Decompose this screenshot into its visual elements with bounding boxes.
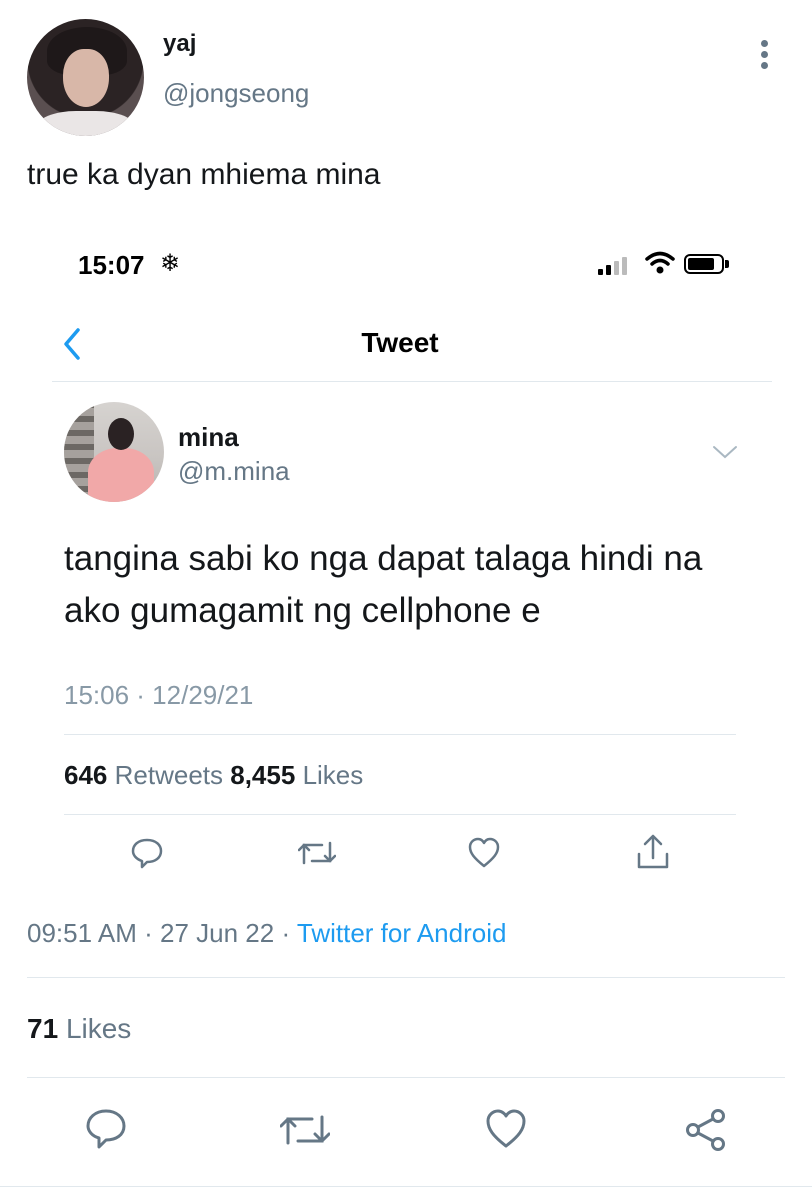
author-handle[interactable]: @jongseong [163,78,309,109]
meta-separator: · [281,918,291,948]
avatar-shirt [37,111,135,136]
divider [64,734,736,735]
outer-likes-count[interactable]: 71 [27,1013,58,1044]
likes-count[interactable]: 8,455 [230,760,295,790]
tweet-time: 09:51 AM [27,918,137,948]
tweet-meta: 09:51 AM · 27 Jun 22 · Twitter for Andro… [27,918,506,949]
inner-tweet-timestamp: 15:06 · 12/29/21 [64,680,254,710]
wifi-icon [645,251,675,274]
tweet-date: 27 Jun 22 [160,918,275,948]
retweets-label[interactable]: Retweets [115,760,223,790]
share-icon[interactable] [684,1108,728,1152]
divider [27,977,785,978]
snowflake-icon: ❄ [160,250,181,277]
meta-separator: · [144,918,153,948]
inner-tweet-text: tangina sabi ko nga dapat talaga hindi n… [64,539,703,630]
upload-icon[interactable] [636,834,670,870]
tweet-text: true ka dyan mhiema mina [27,158,381,191]
inner-avatar[interactable] [64,402,164,502]
page-title: Tweet [361,327,439,358]
like-icon[interactable] [467,837,501,869]
chevron-down-icon[interactable] [712,444,738,460]
author-name[interactable]: yaj [163,30,196,58]
divider [64,814,736,815]
signal-icon [598,255,634,275]
likes-label[interactable]: Likes [303,760,364,790]
more-options-icon[interactable] [752,40,776,74]
divider [52,381,772,382]
outer-likes-label[interactable]: Likes [66,1013,131,1044]
inner-author-name[interactable]: mina [178,422,239,453]
reply-icon[interactable] [130,836,164,870]
reply-icon[interactable] [84,1107,128,1151]
tweet-source-link[interactable]: Twitter for Android [297,918,507,948]
inner-author-handle[interactable]: @m.mina [178,456,290,487]
avatar[interactable] [27,19,144,136]
battery-icon [684,254,730,274]
retweet-icon[interactable] [280,1111,330,1149]
inner-tweet-stats: 646 Retweets 8,455 Likes [64,760,363,791]
like-icon[interactable] [484,1108,528,1150]
avatar-head [108,418,134,450]
status-bar-time: 15:07 [78,250,145,280]
divider [27,1077,785,1078]
retweet-icon[interactable] [298,838,336,868]
outer-likes[interactable]: 71 Likes [27,1013,131,1045]
divider [0,1186,812,1187]
avatar-face [63,49,109,107]
retweets-count[interactable]: 646 [64,760,107,790]
avatar-dress [88,448,154,502]
